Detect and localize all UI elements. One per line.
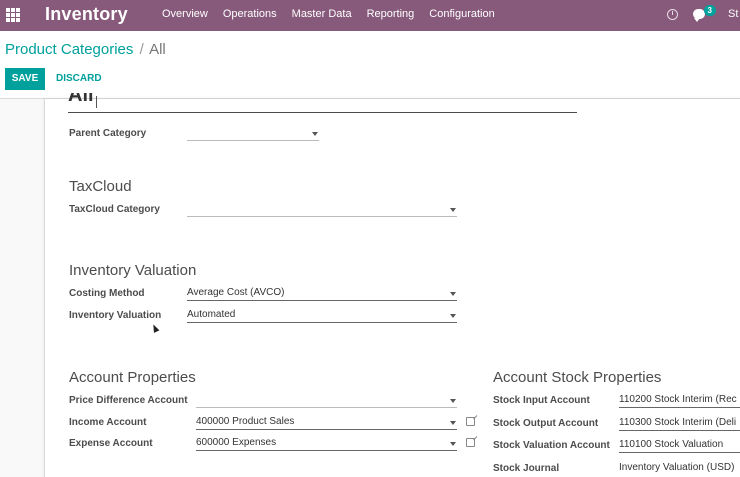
category-name-underline <box>68 112 577 113</box>
inventory-valuation-section-title: Inventory Valuation <box>69 262 197 279</box>
menu-item-operations[interactable]: Operations <box>223 8 277 20</box>
menu-item-reporting[interactable]: Reporting <box>367 8 415 20</box>
chevron-down-icon[interactable] <box>450 421 456 425</box>
menu-item-master-data[interactable]: Master Data <box>292 8 352 20</box>
main-menu: Overview Operations Master Data Reportin… <box>162 8 495 20</box>
text-cursor <box>96 96 97 108</box>
chevron-down-icon[interactable] <box>450 208 456 212</box>
expense-account-label: Expense Account <box>69 438 153 449</box>
taxcloud-category-select[interactable] <box>187 203 457 217</box>
category-name-input[interactable]: All <box>68 93 108 112</box>
chevron-down-icon[interactable] <box>312 132 318 136</box>
breadcrumb-current: All <box>149 41 166 58</box>
costing-method-select[interactable]: Average Cost (AVCO) <box>187 287 457 301</box>
stock-journal-select[interactable]: Inventory Valuation (USD) <box>619 462 740 476</box>
chevron-down-icon[interactable] <box>450 442 456 446</box>
discard-button[interactable]: DISCARD <box>56 68 102 90</box>
top-navbar: Inventory Overview Operations Master Dat… <box>0 0 740 31</box>
user-menu[interactable]: St <box>728 8 740 20</box>
stock-journal-label: Stock Journal <box>493 463 560 474</box>
apps-menu-icon[interactable] <box>6 8 20 22</box>
save-button[interactable]: SAVE <box>5 68 45 90</box>
account-properties-section-title: Account Properties <box>69 369 196 386</box>
price-difference-account-label: Price Difference Account <box>69 395 188 406</box>
stock-input-account-select[interactable]: 110200 Stock Interim (Rec <box>619 394 740 408</box>
external-link-icon[interactable] <box>466 438 475 447</box>
stock-input-account-label: Stock Input Account <box>493 395 590 406</box>
stock-output-account-select[interactable]: 110300 Stock Interim (Deli <box>619 417 740 431</box>
inventory-valuation-label: Inventory Valuation <box>69 310 162 321</box>
external-link-icon[interactable] <box>466 417 475 426</box>
menu-item-overview[interactable]: Overview <box>162 8 208 20</box>
chevron-down-icon[interactable] <box>450 314 456 318</box>
parent-category-label: Parent Category <box>69 128 147 139</box>
expense-account-select[interactable]: 600000 Expenses <box>196 437 457 451</box>
income-account-select[interactable]: 400000 Product Sales <box>196 416 457 430</box>
breadcrumb: Product Categories / All <box>5 41 166 58</box>
inventory-valuation-select[interactable]: Automated <box>187 309 457 323</box>
stock-valuation-account-select[interactable]: 110100 Stock Valuation <box>619 439 740 453</box>
income-account-label: Income Account <box>69 417 147 428</box>
stock-output-account-label: Stock Output Account <box>493 418 599 429</box>
costing-method-label: Costing Method <box>69 288 145 299</box>
price-difference-account-select[interactable] <box>196 394 457 408</box>
activity-clock-icon[interactable] <box>667 9 678 20</box>
app-name[interactable]: Inventory <box>45 4 128 25</box>
chevron-down-icon[interactable] <box>450 292 456 296</box>
taxcloud-section-title: TaxCloud <box>69 178 132 195</box>
breadcrumb-separator: / <box>139 41 144 58</box>
taxcloud-category-label: TaxCloud Category <box>69 204 160 215</box>
menu-item-configuration[interactable]: Configuration <box>429 8 494 20</box>
breadcrumb-product-categories[interactable]: Product Categories <box>5 41 133 58</box>
control-panel: Product Categories / All SAVE DISCARD <box>0 31 740 99</box>
account-stock-properties-section-title: Account Stock Properties <box>493 369 662 386</box>
parent-category-select[interactable] <box>187 127 319 141</box>
stock-valuation-account-label: Stock Valuation Account <box>493 440 610 451</box>
chat-count-badge: 3 <box>703 5 716 16</box>
chevron-down-icon[interactable] <box>450 399 456 403</box>
